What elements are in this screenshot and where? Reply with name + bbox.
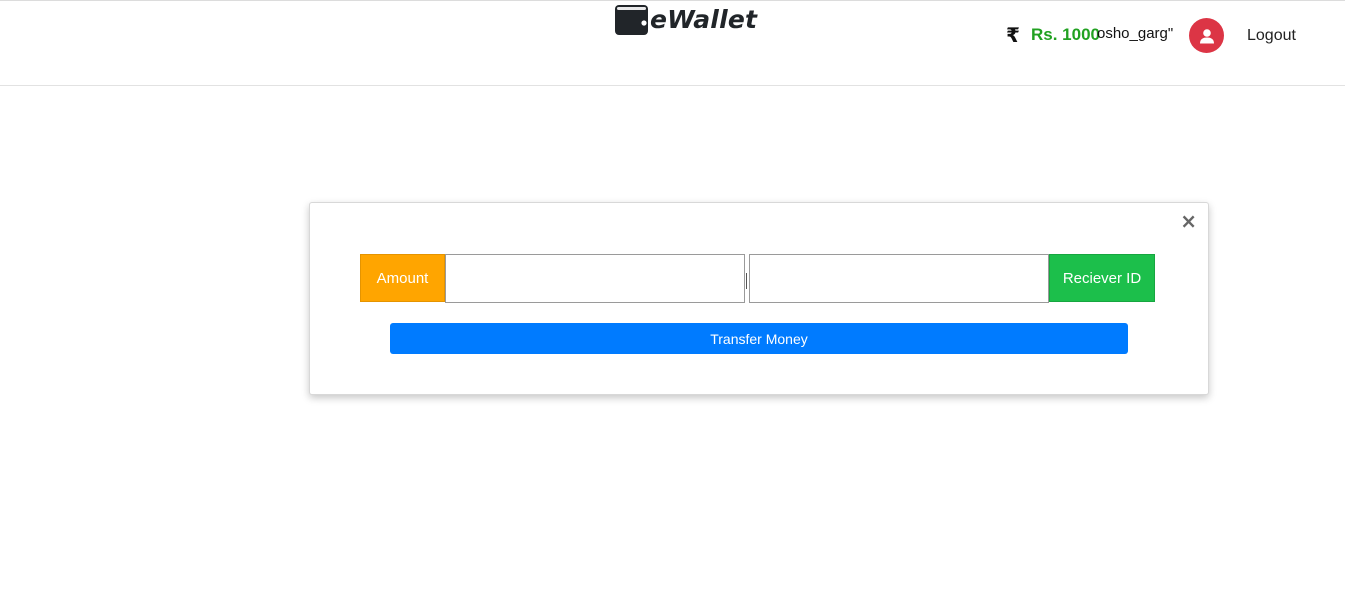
- navbar: eWallet ₹ Rs. 1000 osho_garg" Logout: [0, 1, 1345, 86]
- wallet-balance: Rs. 1000: [1031, 25, 1100, 44]
- amount-input[interactable]: [445, 254, 745, 303]
- rupee-icon: ₹: [1006, 23, 1020, 47]
- brand-name: eWallet: [650, 5, 758, 34]
- close-icon[interactable]: ×: [1180, 209, 1197, 233]
- receiver-id-input[interactable]: [749, 254, 1049, 303]
- brand-logo[interactable]: eWallet: [614, 3, 757, 37]
- user-avatar[interactable]: [1189, 18, 1224, 53]
- receiver-id-label: Reciever ID: [1049, 254, 1155, 302]
- transfer-money-button[interactable]: Transfer Money: [390, 323, 1128, 354]
- page: eWallet ₹ Rs. 1000 osho_garg" Logout × A…: [0, 0, 1345, 608]
- wallet-icon: [615, 5, 648, 35]
- text-cursor: [746, 273, 747, 289]
- amount-label: Amount: [360, 254, 445, 302]
- user-icon: [1199, 28, 1214, 43]
- transfer-money-modal: × Amount Reciever ID Transfer Money: [309, 202, 1209, 395]
- logout-link[interactable]: Logout: [1247, 26, 1296, 46]
- username: osho_garg": [1097, 25, 1174, 42]
